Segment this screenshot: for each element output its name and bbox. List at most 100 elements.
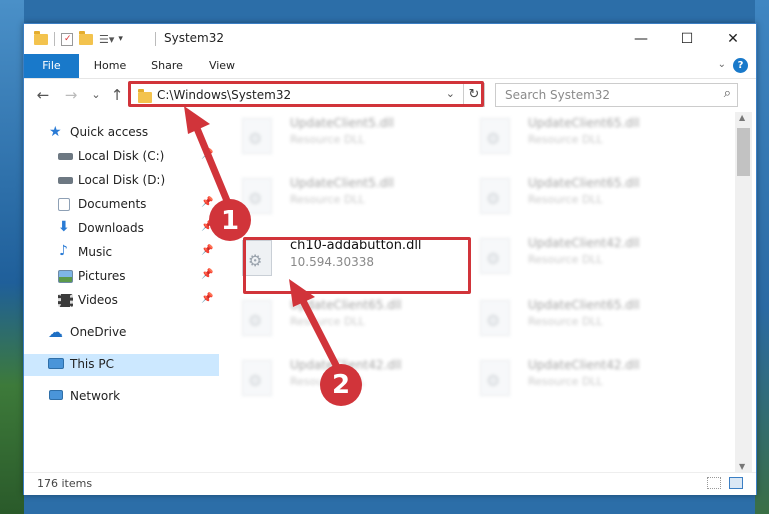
sidebar-item-label: Documents	[78, 197, 147, 211]
sidebar-item-label: Pictures	[78, 269, 126, 283]
desktop-background-right	[755, 0, 769, 514]
sidebar-item-label: Local Disk (D:)	[78, 173, 166, 187]
sidebar-item-label: OneDrive	[70, 325, 127, 339]
sidebar-item-label: Music	[78, 245, 113, 259]
sidebar-item-music[interactable]: ♪ Music 📌	[24, 242, 219, 264]
star-icon: ★	[49, 124, 62, 140]
drive-icon	[58, 153, 73, 160]
file-name: UpdateClient42.dll	[528, 236, 640, 250]
file-name: UpdateClient5.dll	[290, 176, 394, 190]
tab-file[interactable]: File	[24, 54, 79, 78]
documents-icon	[58, 198, 70, 211]
window-title: System32	[164, 31, 225, 45]
sidebar-item-label: Network	[70, 389, 121, 403]
file-item[interactable]: UpdateClient42.dll Resource DLL	[458, 232, 688, 280]
file-name: UpdateClient65.dll	[528, 298, 640, 312]
tab-home[interactable]: Home	[86, 54, 134, 78]
file-item[interactable]: UpdateClient5.dll Resource DLL	[220, 112, 450, 160]
forward-button[interactable]: →	[61, 85, 81, 105]
network-icon	[49, 390, 63, 400]
file-name: UpdateClient65.dll	[528, 176, 640, 190]
scroll-down-icon[interactable]: ▼	[739, 462, 745, 471]
quick-access-dropdown-icon[interactable]: ▾	[118, 34, 123, 44]
sidebar-item-documents[interactable]: Documents 📌	[24, 194, 219, 216]
maximize-button[interactable]: ☐	[664, 24, 710, 54]
pc-icon	[48, 358, 64, 369]
explorer-window: ✓ ☰▾ ▾ System32 — ☐ ✕ File Home Share Vi…	[23, 23, 757, 495]
file-name: UpdateClient42.dll	[528, 358, 640, 372]
back-button[interactable]: ←	[33, 85, 53, 105]
pin-icon: 📌	[201, 245, 214, 256]
help-icon[interactable]: ?	[733, 58, 748, 73]
file-item[interactable]: UpdateClient42.dll Resource DLL	[458, 354, 688, 402]
search-input[interactable]: Search System32	[505, 88, 610, 102]
quick-access-toolbar: ✓ ☰▾ ▾	[34, 30, 123, 48]
sidebar-item-local-disk-c[interactable]: Local Disk (C:) 📌	[24, 146, 219, 168]
music-icon: ♪	[59, 243, 68, 259]
scroll-up-icon[interactable]: ▲	[739, 113, 745, 122]
file-item[interactable]: UpdateClient65.dll Resource DLL	[458, 112, 688, 160]
item-count: 176 items	[37, 477, 93, 490]
sidebar-item-label: Local Disk (C:)	[78, 149, 165, 163]
download-icon: ⬇	[58, 219, 70, 235]
dll-file-icon	[480, 360, 510, 396]
file-type: Resource DLL	[528, 253, 603, 266]
dll-file-icon	[242, 300, 272, 336]
cloud-icon: ☁	[48, 323, 63, 341]
file-type: Resource DLL	[290, 315, 365, 328]
sidebar-item-quick-access[interactable]: ★ Quick access	[24, 122, 219, 144]
file-item[interactable]: UpdateClient65.dll Resource DLL	[458, 172, 688, 220]
up-button[interactable]: ↑	[107, 85, 127, 105]
file-item[interactable]: UpdateClient65.dll Resource DLL	[220, 294, 450, 342]
search-icon: ⌕	[723, 86, 731, 101]
scrollbar-thumb[interactable]	[737, 128, 750, 176]
file-type: Resource DLL	[290, 133, 365, 146]
large-icons-view-icon[interactable]	[729, 477, 743, 489]
file-type: Resource DLL	[290, 375, 365, 388]
pin-icon: 📌	[201, 269, 214, 280]
file-type: Resource DLL	[528, 133, 603, 146]
sidebar-item-label: Downloads	[78, 221, 144, 235]
annotation-step-2: 2	[331, 370, 351, 400]
sidebar-item-downloads[interactable]: ⬇ Downloads 📌	[24, 218, 219, 240]
sidebar-item-local-disk-d[interactable]: Local Disk (D:)	[24, 170, 219, 192]
pin-icon: 📌	[201, 221, 214, 232]
pin-icon: 📌	[201, 293, 214, 304]
file-item[interactable]: UpdateClient65.dll Resource DLL	[458, 294, 688, 342]
file-name: UpdateClient65.dll	[528, 116, 640, 130]
ribbon-collapse-icon[interactable]: ⌄	[718, 59, 726, 70]
file-type: Resource DLL	[528, 375, 603, 388]
navigation-pane: ★ Quick access Local Disk (C:) 📌 Local D…	[24, 112, 219, 472]
customize-icon[interactable]: ☰▾	[99, 33, 114, 46]
recent-locations-button[interactable]: ⌄	[86, 85, 106, 105]
close-button[interactable]: ✕	[710, 24, 756, 54]
dll-file-icon	[480, 118, 510, 154]
tab-view[interactable]: View	[200, 54, 244, 78]
title-separator	[155, 32, 156, 46]
dll-file-icon	[242, 118, 272, 154]
sidebar-item-this-pc[interactable]: This PC	[24, 354, 219, 376]
sidebar-item-onedrive[interactable]: ☁ OneDrive	[24, 322, 219, 344]
sidebar-item-network[interactable]: Network	[24, 386, 219, 408]
pictures-icon	[58, 270, 73, 283]
file-item[interactable]: UpdateClient5.dll Resource DLL	[220, 172, 450, 220]
title-bar: ✓ ☰▾ ▾ System32 — ☐ ✕	[24, 24, 756, 54]
desktop-background-left	[0, 0, 24, 514]
file-name: UpdateClient5.dll	[290, 116, 394, 130]
drive-icon	[58, 177, 73, 184]
file-type: Resource DLL	[528, 315, 603, 328]
minimize-button[interactable]: —	[618, 24, 664, 54]
dll-file-icon	[242, 360, 272, 396]
tab-share[interactable]: Share	[142, 54, 192, 78]
sidebar-item-videos[interactable]: Videos 📌	[24, 290, 219, 312]
sidebar-item-label: Videos	[78, 293, 118, 307]
address-highlight-box	[128, 81, 484, 107]
ribbon-tabs: File Home Share View ⌄ ?	[24, 54, 756, 79]
sidebar-item-pictures[interactable]: Pictures 📌	[24, 266, 219, 288]
new-folder-icon[interactable]	[79, 30, 93, 45]
details-view-icon[interactable]	[707, 477, 721, 489]
vertical-scrollbar[interactable]: ▲ ▼	[735, 112, 752, 472]
search-box[interactable]: Search System32 ⌕	[495, 83, 738, 107]
dll-file-icon	[480, 178, 510, 214]
properties-icon[interactable]: ✓	[61, 32, 73, 46]
